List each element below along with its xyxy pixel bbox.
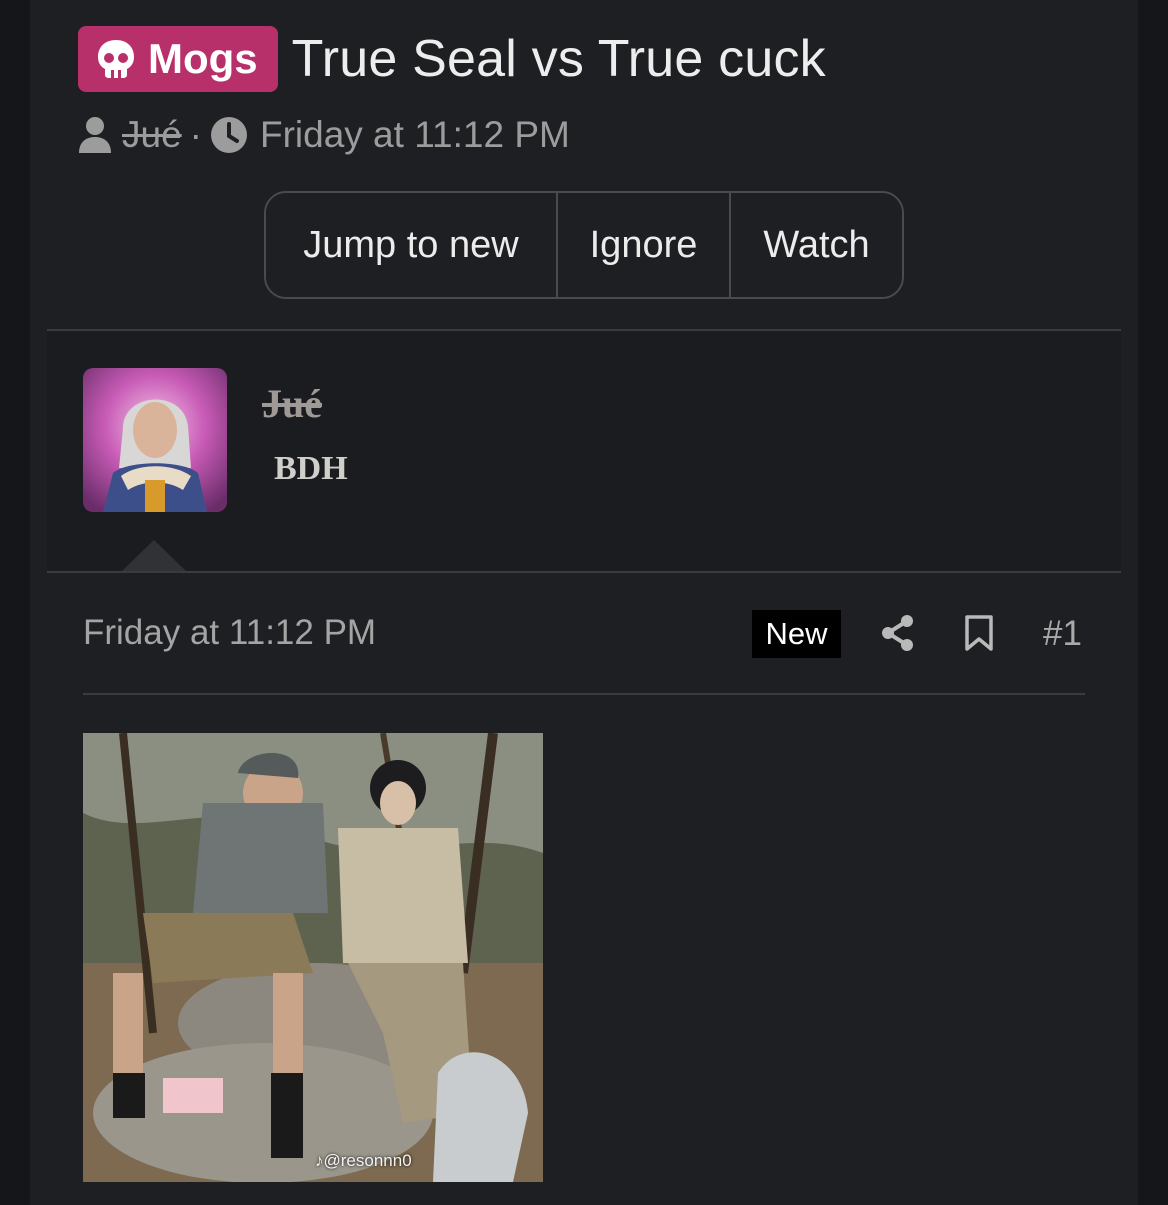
image-watermark-text: @resonnn0 bbox=[323, 1151, 412, 1170]
post-date-link[interactable]: Friday at 11:12 PM bbox=[83, 613, 376, 653]
avatar[interactable] bbox=[83, 368, 227, 512]
message-username[interactable]: Jué bbox=[262, 380, 322, 427]
jump-to-new-button[interactable]: Jump to new bbox=[266, 193, 556, 297]
image-watermark: ♪@resonnn0 bbox=[315, 1151, 412, 1171]
meta-separator: · bbox=[189, 114, 202, 155]
user-title: BDH bbox=[274, 450, 348, 487]
thread-page: Mogs True Seal vs True cuck Jué · Friday… bbox=[30, 0, 1138, 1205]
page-title: True Seal vs True cuck bbox=[291, 30, 826, 88]
thread-actions: Jump to new Ignore Watch bbox=[264, 191, 904, 299]
tiktok-icon: ♪ bbox=[315, 1151, 324, 1170]
divider bbox=[47, 571, 1121, 573]
divider bbox=[47, 329, 1121, 331]
thread-date-link[interactable]: Friday at 11:12 PM bbox=[260, 114, 570, 156]
watch-button[interactable]: Watch bbox=[729, 193, 902, 297]
ignore-button[interactable]: Ignore bbox=[556, 193, 729, 297]
post-number-link[interactable]: #1 bbox=[1043, 614, 1082, 654]
user-icon bbox=[79, 117, 111, 153]
thread-prefix-badge[interactable]: Mogs bbox=[78, 26, 278, 92]
post-attached-image[interactable]: ♪@resonnn0 bbox=[83, 733, 543, 1182]
thread-title-row: Mogs True Seal vs True cuck bbox=[78, 26, 826, 92]
bookmark-icon[interactable] bbox=[964, 614, 994, 652]
post-divider bbox=[83, 693, 1085, 695]
thread-meta: Jué · Friday at 11:12 PM bbox=[78, 114, 570, 156]
thread-author-link[interactable]: Jué bbox=[122, 114, 182, 156]
prefix-label: Mogs bbox=[148, 35, 258, 82]
skull-icon bbox=[98, 40, 134, 78]
message-user-block: Jué BDH bbox=[47, 332, 1121, 571]
share-icon[interactable] bbox=[880, 614, 916, 652]
new-badge: New bbox=[752, 610, 841, 658]
user-arrow bbox=[122, 540, 186, 571]
clock-icon bbox=[210, 117, 247, 153]
